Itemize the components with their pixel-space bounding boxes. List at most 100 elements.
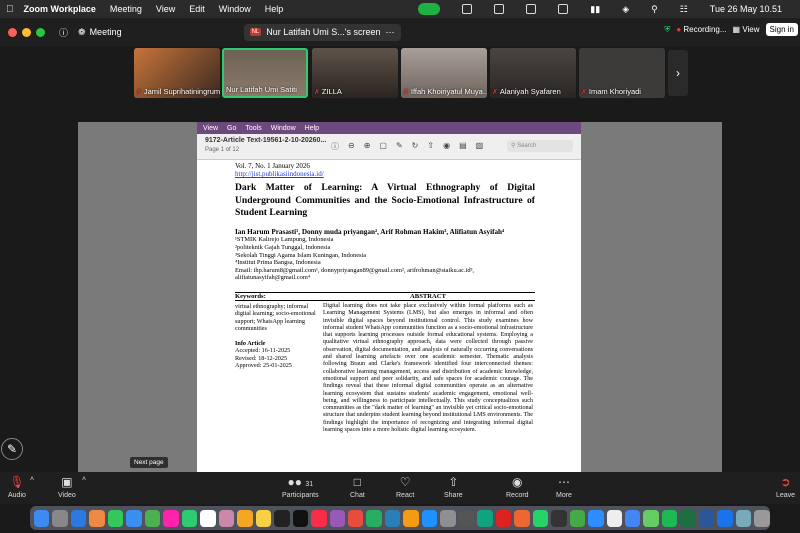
numbers-icon[interactable] [366,509,382,527]
vpn-icon[interactable] [717,509,733,527]
preview-menu-help[interactable]: Help [305,125,319,132]
safari-icon[interactable] [70,509,87,527]
maps-icon[interactable] [144,509,161,527]
audio-options-caret[interactable]: ˄ [30,476,34,483]
launchpad-icon[interactable] [52,509,68,527]
battery-icon[interactable]: ▮▮ [590,4,600,15]
word-icon[interactable] [698,509,715,527]
notes-icon[interactable] [255,509,272,527]
participant-tile-active-speaker[interactable]: Nur Latifah Umi Satiti [222,48,308,98]
mail-icon[interactable] [126,509,142,527]
camera-status-icon[interactable] [418,3,441,15]
leave-button[interactable]: ➲ Leave [776,474,795,499]
vpn-status-icon[interactable] [462,4,473,14]
excel-icon[interactable] [680,509,696,527]
trash-icon[interactable] [754,509,770,527]
info-button[interactable]: ⓘ [59,26,68,39]
facetime-icon[interactable] [181,509,198,527]
preview-menu-tools[interactable]: Tools [245,125,261,132]
form-icon[interactable]: ▤ [459,141,467,152]
menu-help[interactable]: Help [265,4,284,14]
markup-pen-icon[interactable]: ✎ [396,141,403,152]
whatsapp-icon[interactable] [532,509,549,527]
participant-tile[interactable]: ✗ Alaniyah Syafaren [490,48,576,98]
meeting-button[interactable]: ❁ Meeting [78,27,122,38]
participant-tile[interactable]: ✗ Iffah Khoiriyatul Muya... [401,48,487,98]
sign-in-button[interactable]: Sign in [765,23,798,36]
apple-icon[interactable]:  [6,4,14,15]
news-icon[interactable] [347,509,364,527]
audio-button[interactable]: 🎙 Audio [8,474,26,499]
control-center-icon[interactable]: ☷ [680,4,688,15]
chrome-icon[interactable] [89,509,105,527]
preview-menu-view[interactable]: View [203,125,218,132]
appstore-icon[interactable] [421,509,438,527]
contacts-icon[interactable] [218,509,235,527]
menu-view[interactable]: View [156,4,175,14]
chat-button[interactable]: □ Chat [350,474,365,499]
highlight-icon[interactable]: ◉ [443,141,450,152]
react-button[interactable]: ♡ React [396,474,414,499]
tv-icon[interactable] [292,509,309,527]
participant-tile[interactable]: ✗ ZILLA [312,48,398,98]
clock[interactable]: Tue 26 May 10.51 [710,4,782,14]
messages-icon[interactable] [107,509,124,527]
participant-tile[interactable]: ✗ Jamil Suprihatiningrum [134,48,220,98]
participant-tile[interactable]: ✗ Imam Khoriyadi [579,48,665,98]
sync-status-icon[interactable] [494,4,505,14]
maximize-window-icon[interactable] [36,27,45,37]
shield-icon[interactable]: ⛨ [664,25,670,35]
screen-share-chip[interactable]: NL Nur Latifah Umi S...'s screen ⋯ [243,23,401,41]
close-window-icon[interactable] [8,27,17,37]
calendar-icon[interactable] [200,509,216,527]
zoom-icon[interactable] [588,509,604,527]
zoom-in-icon[interactable]: ⊕ [364,141,371,152]
finder-icon[interactable] [34,509,50,527]
fit-icon[interactable]: ▢ [379,141,387,152]
share-button[interactable]: ⇧ Share [444,474,463,499]
journal-link[interactable]: http://jist.publikasiindonesia.id/ [235,170,535,178]
recording-indicator[interactable]: ● Recording... [676,25,726,34]
wifi-icon[interactable]: ◈ [622,4,629,15]
zoom-out-icon[interactable]: ⊖ [348,141,355,152]
menu-meeting[interactable]: Meeting [110,4,142,14]
menu-edit[interactable]: Edit [189,4,205,14]
settings-icon[interactable] [440,509,456,527]
more-button[interactable]: ⋯ More [556,474,572,499]
video-button[interactable]: ▣ Video [58,474,76,499]
chatgpt-icon[interactable] [477,509,493,527]
search-icon[interactable]: ⚲ [651,4,658,15]
keynote-icon[interactable] [384,509,401,527]
terminal-icon[interactable] [551,509,567,527]
video-options-caret[interactable]: ˄ [82,476,86,483]
annotate-pen-button[interactable]: ✎ [1,438,23,460]
view-button[interactable]: ▦ View [733,25,760,34]
preview-menu-go[interactable]: Go [227,125,236,132]
search-field[interactable]: ⚲ Search [507,140,573,152]
rotate-icon[interactable]: ↻ [412,141,419,152]
music-icon[interactable] [311,509,327,527]
participants-button[interactable]: ●● 31 Participants [282,474,319,499]
grammarly-icon[interactable] [526,4,537,14]
podcasts-icon[interactable] [329,509,345,527]
share-icon[interactable]: ⇧ [427,141,434,152]
downloads-icon[interactable] [735,509,752,527]
textedit-icon[interactable] [606,509,622,527]
spotify-icon[interactable] [661,509,678,527]
chrome-icon-2[interactable] [625,509,641,527]
activity-icon[interactable] [569,509,586,527]
maps-icon-2[interactable] [643,509,659,527]
more-options-icon[interactable]: ⋯ [386,27,395,38]
preview-menu-window[interactable]: Window [271,125,296,132]
annotate-icon[interactable]: ▧ [476,141,484,152]
menu-app-name[interactable]: Zoom Workplace [24,4,96,14]
reminders-icon[interactable] [237,509,253,527]
iphone-mirroring-icon[interactable] [458,509,475,527]
gallery-next-button[interactable]: › [668,50,688,96]
photos-icon[interactable] [163,509,179,527]
freeform-icon[interactable] [274,509,290,527]
record-button[interactable]: ◉ Record [506,474,529,499]
display-icon[interactable] [558,4,569,14]
photobooth-icon[interactable] [495,509,512,527]
anydesk-icon[interactable] [514,509,530,527]
